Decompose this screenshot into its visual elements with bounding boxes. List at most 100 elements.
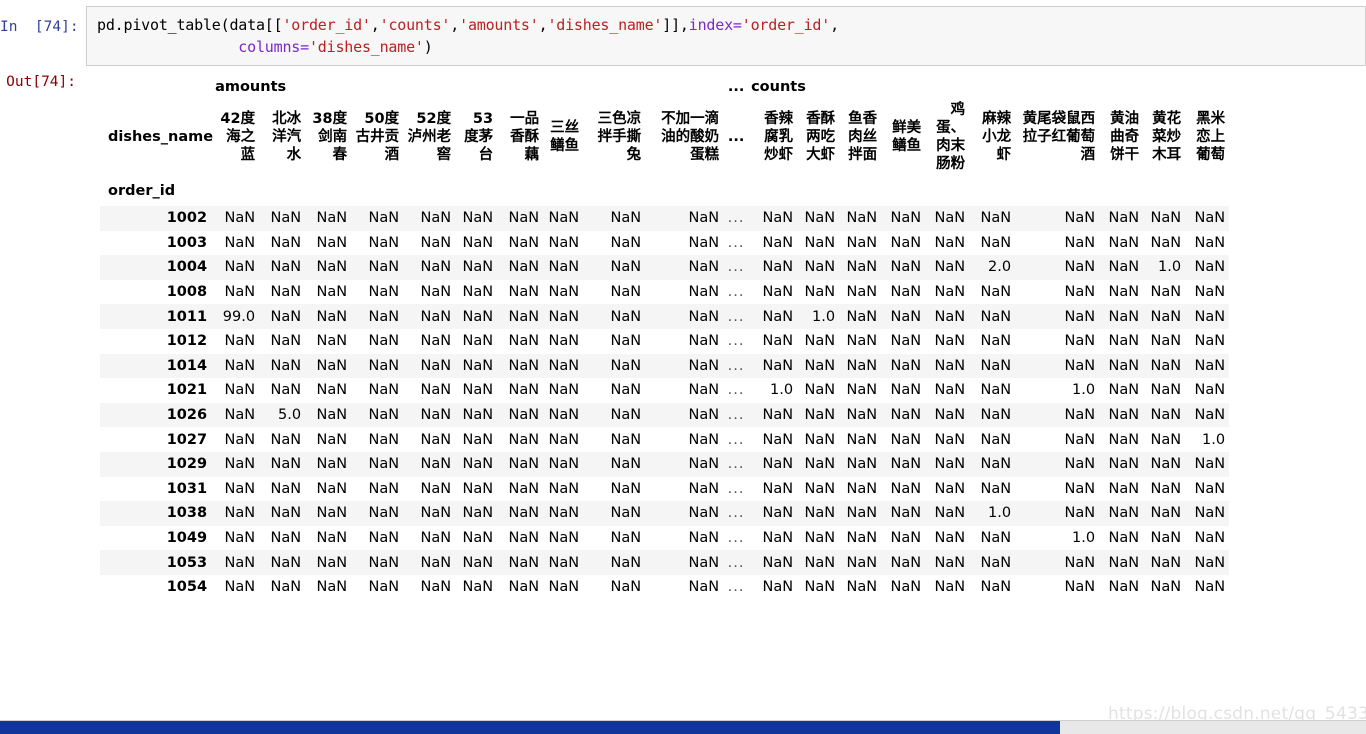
cell-counts-1038-8: NaN (1150, 505, 1182, 522)
cell-counts-1008-7: NaN (1108, 284, 1140, 301)
cell-amounts-1014-6: NaN (508, 357, 540, 374)
table-row: 1054 NaN NaN NaN NaN NaN NaN NaN NaN NaN NaN... NaN… (100, 574, 1230, 600)
cell-amounts-1014-2: NaN (316, 357, 348, 374)
cell-counts-1027-3: NaN (890, 431, 922, 448)
cell-counts-1049-5: NaN (980, 530, 1012, 547)
table-row: 1049 NaN NaN NaN NaN NaN NaN NaN NaN NaN NaN... NaN… (100, 525, 1230, 551)
table-row: 1012 NaN NaN NaN NaN NaN NaN NaN NaN NaN NaN... NaN… (100, 328, 1230, 354)
group-row-corner (100, 74, 213, 100)
table-head: amounts... counts dishes_name 42度海之蓝 北冰洋汽水 3… (100, 74, 1229, 206)
notebook-output-cell: Out[74]: amounts... counts dishes_name 42度… (0, 74, 1366, 600)
cell-counts-1038-3: NaN (890, 505, 922, 522)
cell-amounts-1002-4: NaN (420, 210, 452, 227)
cell-counts-1002-3: NaN (890, 210, 922, 227)
table-row: 1011 99.0 NaN NaN NaN NaN NaN NaN NaN NaN NaN... Na… (100, 304, 1230, 329)
index-name-label: order_id (108, 183, 176, 199)
cell-counts-1026-8: NaN (1150, 407, 1182, 424)
cell-counts-1031-6: NaN (1064, 480, 1096, 497)
cell-amounts-1031-8: NaN (610, 480, 642, 497)
cell-amounts-1026-6: NaN (508, 407, 540, 424)
cell-counts-1029-3: NaN (890, 456, 922, 473)
table-row: 1027 NaN NaN NaN NaN NaN NaN NaN NaN NaN NaN... NaN… (100, 427, 1230, 452)
cell-counts-1003-6: NaN (1064, 234, 1096, 251)
row-index-1029: 1029 (166, 456, 208, 473)
row-index-1008: 1008 (166, 284, 208, 301)
row-ellipsis-1014: ... (727, 357, 745, 374)
row-ellipsis-1003: ... (727, 234, 745, 251)
cell-amounts-1054-0: NaN (224, 579, 256, 596)
cell-counts-1004-2: NaN (846, 259, 878, 276)
cell-amounts-1031-6: NaN (508, 480, 540, 497)
cell-amounts-1014-8: NaN (610, 357, 642, 374)
dataframe-scroll-container[interactable]: amounts... counts dishes_name 42度海之蓝 北冰洋汽水 3… (100, 74, 1336, 600)
cell-amounts-1026-4: NaN (420, 407, 452, 424)
cell-amounts-1049-0: NaN (224, 530, 256, 547)
cell-counts-1011-6: NaN (1064, 308, 1096, 325)
cell-amounts-1002-6: NaN (508, 210, 540, 227)
cell-counts-1029-6: NaN (1064, 456, 1096, 473)
row-index-1031: 1031 (166, 480, 208, 497)
cell-counts-1027-7: NaN (1108, 431, 1140, 448)
cell-counts-1038-1: NaN (804, 505, 836, 522)
cell-amounts-1021-9: NaN (688, 382, 720, 399)
cell-amounts-1014-5: NaN (462, 357, 494, 374)
cell-counts-1011-8: NaN (1150, 308, 1182, 325)
cell-counts-1014-9: NaN (1194, 357, 1226, 374)
cell-counts-1054-8: NaN (1150, 579, 1182, 596)
cell-amounts-1012-0: NaN (224, 333, 256, 350)
cell-amounts-1021-2: NaN (316, 382, 348, 399)
cell-counts-1026-2: NaN (846, 407, 878, 424)
cell-counts-1029-4: NaN (934, 456, 966, 473)
cell-amounts-1027-3: NaN (368, 431, 400, 448)
cell-counts-1027-1: NaN (804, 431, 836, 448)
cell-amounts-1038-3: NaN (368, 505, 400, 522)
cell-amounts-1029-1: NaN (270, 456, 302, 473)
cell-counts-1021-3: NaN (890, 382, 922, 399)
table-row: 1026 NaN 5.0 NaN NaN NaN NaN NaN NaN NaN NaN... NaN… (100, 402, 1230, 428)
table-row: 1004 NaN NaN NaN NaN NaN NaN NaN NaN NaN NaN... NaN… (100, 255, 1230, 280)
cell-counts-1021-9: NaN (1194, 382, 1226, 399)
cell-counts-1026-7: NaN (1108, 407, 1140, 424)
code-editor[interactable]: pd.pivot_table(data[['order_id','counts'… (86, 6, 1366, 66)
cell-amounts-1029-9: NaN (688, 456, 720, 473)
cell-amounts-1012-8: NaN (610, 333, 642, 350)
cell-counts-1027-5: NaN (980, 431, 1012, 448)
column-header-counts-5: 麻辣小龙虾 (982, 111, 1012, 163)
cell-amounts-1029-4: NaN (420, 456, 452, 473)
cell-counts-1031-4: NaN (934, 480, 966, 497)
pivot-table: amounts... counts dishes_name 42度海之蓝 北冰洋汽水 3… (100, 74, 1230, 600)
cell-amounts-1054-8: NaN (610, 579, 642, 596)
cell-counts-1002-0: NaN (762, 210, 794, 227)
notebook-input-cell[interactable]: In [74]: pd.pivot_table(data[['order_id'… (0, 0, 1366, 66)
cell-counts-1053-3: NaN (890, 554, 922, 571)
cell-amounts-1012-7: NaN (548, 333, 580, 350)
cell-amounts-1027-2: NaN (316, 431, 348, 448)
cell-counts-1002-6: NaN (1064, 210, 1096, 227)
cell-counts-1049-1: NaN (804, 530, 836, 547)
code-token-trailing-comma: , (830, 16, 839, 34)
cell-counts-1029-8: NaN (1150, 456, 1182, 473)
cell-amounts-1003-1: NaN (270, 234, 302, 251)
dishes-name-corner-label: dishes_name (108, 129, 214, 145)
cell-amounts-1004-6: NaN (508, 259, 540, 276)
table-row: 1031 NaN NaN NaN NaN NaN NaN NaN NaN NaN NaN... NaN… (100, 476, 1230, 502)
row-index-1027: 1027 (166, 431, 208, 448)
cell-amounts-1049-4: NaN (420, 530, 452, 547)
scrollbar-thumb[interactable] (0, 721, 1060, 734)
row-index-1002: 1002 (166, 210, 208, 227)
cell-counts-1004-7: NaN (1108, 259, 1140, 276)
row-ellipsis-1049: ... (727, 530, 745, 547)
cell-amounts-1038-7: NaN (548, 505, 580, 522)
cell-counts-1002-2: NaN (846, 210, 878, 227)
cell-amounts-1011-9: NaN (688, 308, 720, 325)
cell-amounts-1053-2: NaN (316, 554, 348, 571)
cell-amounts-1008-2: NaN (316, 284, 348, 301)
cell-amounts-1012-3: NaN (368, 333, 400, 350)
output-prompt-label: Out[74]: (6, 74, 76, 90)
cell-amounts-1029-5: NaN (462, 456, 494, 473)
cell-amounts-1029-0: NaN (224, 456, 256, 473)
cell-counts-1029-5: NaN (980, 456, 1012, 473)
code-token-str-dishes-name: 'dishes_name' (547, 16, 663, 34)
cell-counts-1008-5: NaN (980, 284, 1012, 301)
horizontal-scrollbar[interactable] (0, 720, 1366, 734)
